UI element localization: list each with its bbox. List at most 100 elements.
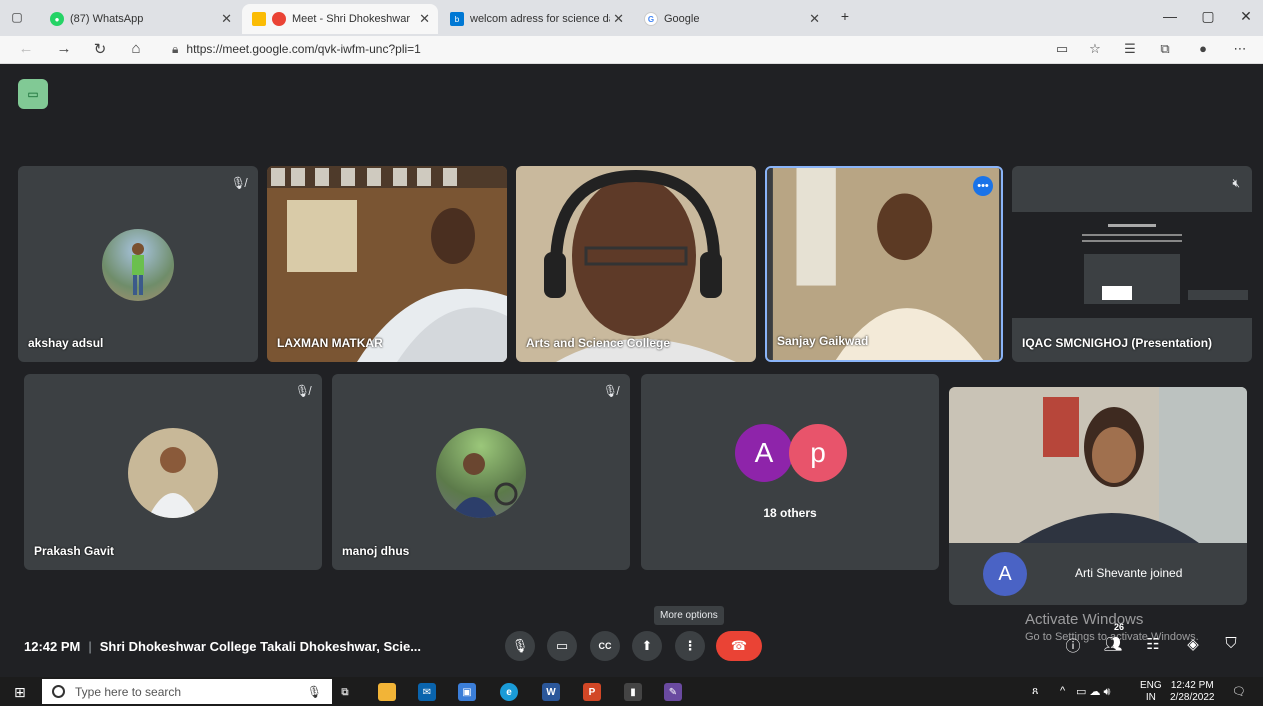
tab-meet[interactable]: Meet - Shri Dhokeshwar Co ✕ [242, 4, 438, 34]
meeting-info: 12:42 PM | Shri Dhokeshwar College Takali … [24, 639, 422, 654]
collections-icon[interactable]: ⧉ [1155, 41, 1175, 57]
present-button[interactable]: ⬆ [632, 631, 662, 661]
tile-arti[interactable] [949, 387, 1247, 543]
browser-tab-bar: ▢ ● (87) WhatsApp ✕ Meet - Shri Dhokeshw… [0, 0, 1263, 36]
store-icon[interactable]: ▣ [458, 683, 476, 701]
tray-expand-icon[interactable]: ^ [1060, 685, 1065, 697]
end-call-button[interactable]: ☎ [716, 631, 762, 661]
windows-start-icon[interactable]: ⊞ [14, 684, 26, 701]
camera-button[interactable]: ▭ [547, 631, 577, 661]
taskbar-search[interactable]: Type here to search 🎙︎ [42, 679, 332, 704]
info-icon[interactable]: ⓘ [1062, 635, 1084, 656]
tile-laxman[interactable]: LAXMAN MATKAR [267, 166, 507, 362]
google-icon: G [644, 12, 658, 26]
tile-iqac-presentation[interactable]: 🔇︎ IQAC SMCNIGHOJ (Presentation) [1012, 166, 1252, 362]
video-feed [516, 166, 756, 362]
people-tray-icon[interactable]: ጸ [1032, 685, 1038, 698]
avatar [436, 428, 526, 518]
close-tab-icon[interactable]: ✕ [419, 11, 430, 27]
close-tab-icon[interactable]: ✕ [809, 11, 820, 27]
mic-muted-icon: 🎙︎̸ [602, 384, 618, 398]
captions-icon: CC [598, 641, 612, 651]
tile-arts-science[interactable]: Arts and Science College [516, 166, 756, 362]
tab-google[interactable]: G Google ✕ [634, 4, 828, 34]
forward-icon[interactable]: → [54, 40, 74, 57]
profile-icon[interactable]: ● [1193, 41, 1213, 56]
video-feed [767, 168, 1001, 360]
mic-button[interactable]: 🎙︎ [505, 631, 535, 661]
task-view-icon[interactable]: ⧉ [336, 683, 354, 701]
tab-whatsapp[interactable]: ● (87) WhatsApp ✕ [40, 4, 240, 34]
tile-prakash[interactable]: 🎙︎̸ Prakash Gavit [24, 374, 322, 570]
captions-button[interactable]: CC [590, 631, 620, 661]
close-tab-icon[interactable]: ✕ [613, 11, 624, 27]
avatar: p [789, 424, 847, 482]
end-call-icon: ☎ [730, 638, 748, 653]
join-notification: A Arti Shevante joined [949, 543, 1247, 605]
tab-bing[interactable]: b welcom adress for science day fu ✕ [440, 4, 632, 34]
tile-akshay[interactable]: 🎙︎̸ akshay adsul [18, 166, 258, 362]
favorites-bar-icon[interactable]: ☰ [1120, 41, 1140, 57]
word-icon[interactable]: W [542, 683, 560, 701]
camera-icon: ▭ [555, 638, 569, 653]
meet-stage: ▭ 🎙︎̸ akshay adsul LAXMAN MATKAR Arts an… [0, 65, 1263, 677]
participants-count: 26 [1114, 622, 1125, 632]
new-tab-icon[interactable]: + [835, 8, 855, 24]
mail-icon[interactable]: ✉ [418, 683, 436, 701]
whatsapp-icon: ● [50, 12, 64, 26]
refresh-icon[interactable]: ↻ [90, 40, 110, 58]
activities-icon[interactable]: ◈ [1182, 635, 1204, 653]
present-icon: ⬆ [641, 638, 653, 653]
window-close-icon[interactable]: ✕ [1236, 8, 1256, 25]
powerpoint-icon[interactable]: P [583, 683, 601, 701]
bing-icon: b [450, 12, 464, 26]
edge-icon[interactable]: e [500, 683, 518, 701]
avatar [128, 428, 218, 518]
tile-more-options-icon[interactable]: ••• [973, 176, 993, 196]
tray-icons[interactable]: ▭ ☁ 🔊︎ [1076, 685, 1110, 699]
file-explorer-icon[interactable] [378, 683, 396, 701]
host-controls-icon[interactable]: ⛉ [1220, 635, 1242, 652]
url-field[interactable]: 🔒︎ https://meet.google.com/qvk-iwfm-unc?p… [172, 42, 421, 57]
avatar: A [735, 424, 793, 482]
more-menu-icon[interactable]: ⋯ [1230, 41, 1250, 57]
tile-sanjay[interactable]: ••• Sanjay Gaikwad [765, 166, 1003, 362]
system-clock[interactable]: 12:42 PM 2/28/2022 [1170, 680, 1215, 704]
tile-manoj[interactable]: 🎙︎̸ manoj dhus [332, 374, 630, 570]
others-count: 18 others [763, 506, 817, 520]
close-tab-icon[interactable]: ✕ [221, 11, 232, 27]
home-icon[interactable]: ⌂ [126, 40, 146, 57]
tab-actions-icon[interactable]: ▢ [8, 8, 26, 26]
paint-icon[interactable]: ✎ [664, 683, 682, 701]
meeting-details-icon[interactable]: ▭ [18, 79, 48, 109]
presentation-slide [1012, 212, 1252, 318]
meet-icon [252, 12, 266, 26]
avatar [102, 229, 174, 301]
people-icon[interactable]: 👥︎ [1102, 635, 1124, 653]
more-options-tooltip: More options [654, 606, 724, 625]
back-icon[interactable]: ← [16, 40, 36, 57]
lock-icon: 🔒︎ [172, 42, 179, 56]
minimize-icon[interactable]: — [1160, 8, 1180, 24]
video-feed [949, 387, 1247, 543]
app-icon[interactable]: ▮ [624, 683, 642, 701]
cortana-icon [52, 685, 65, 698]
restore-icon[interactable]: ▢ [1198, 8, 1218, 25]
windows-taskbar: ⊞ Type here to search 🎙︎ ⧉ ✉ ▣ e W P ▮ ✎… [0, 677, 1263, 706]
language-indicator[interactable]: ENG IN [1140, 680, 1162, 704]
audio-muted-icon: 🔇︎ [1232, 176, 1240, 190]
avatar: A [983, 552, 1027, 596]
more-vert-icon: ⋮ [683, 638, 697, 653]
mic-icon: 🎙︎ [511, 638, 529, 653]
camera-permission-icon[interactable]: ▭ [1052, 41, 1072, 57]
address-bar: ← → ↻ ⌂ 🔒︎ https://meet.google.com/qvk-iw… [0, 36, 1263, 64]
more-options-button[interactable]: ⋮ [675, 631, 705, 661]
chat-icon[interactable]: ☷ [1142, 635, 1164, 653]
mic-muted-icon: 🎙︎̸ [230, 176, 246, 190]
notifications-icon[interactable]: 🗨︎ [1232, 685, 1246, 698]
tile-others[interactable]: A p 18 others [641, 374, 939, 570]
favorite-icon[interactable]: ☆ [1085, 41, 1105, 57]
recording-icon [272, 12, 286, 26]
video-feed [267, 166, 507, 362]
mic-icon[interactable]: 🎙︎ [307, 685, 322, 699]
